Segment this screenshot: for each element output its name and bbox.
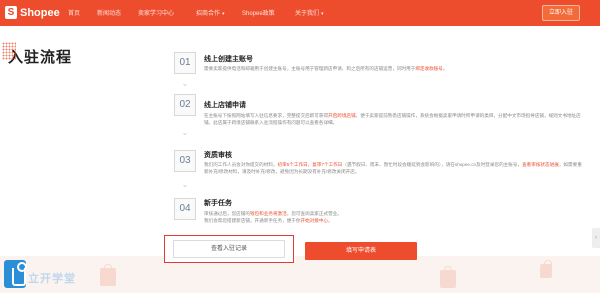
highlight-text[interactable]: 开始对接中心: [300, 218, 328, 223]
highlight-text: 初审5个工作日，复审7个工作日: [277, 162, 343, 167]
step-number: 04: [174, 198, 196, 220]
step-title: 新手任务: [204, 200, 232, 207]
description-text: 我们的工作人员会对你提交的材料，: [204, 162, 278, 167]
chevron-down-icon: ▾: [222, 11, 225, 17]
view-records-highlight: 查看入驻记录: [164, 235, 294, 263]
nav-item-partnership[interactable]: 招商合作 ▾: [196, 8, 225, 17]
step-description: 需要卖家提供电话和邮箱用于创建主账号，主账号用于管理新店申请、和之后所有的店铺运…: [204, 65, 584, 72]
signup-button[interactable]: 立即入驻: [542, 5, 580, 21]
description-text: 需要卖家提供电话和邮箱用于创建主账号，主账号用于管理新店申请、和之后所有的店铺运…: [204, 66, 416, 71]
step-description: 我们的工作人员会对你提交的材料，初审5个工作日，复审7个工作日（遇节假日、周末、…: [204, 161, 584, 175]
nav-item-news[interactable]: 新闻动态: [97, 8, 121, 17]
chevron-down-icon: ▾: [321, 11, 324, 17]
fill-application-button[interactable]: 填写申请表: [305, 242, 417, 260]
description-text: 。: [442, 66, 448, 71]
description-text: 在主账号下按照网站填写入驻信息要求，完整提交后即可获得: [204, 113, 329, 118]
logo-text: Shopee: [20, 6, 60, 19]
shopping-bag-decoration-icon: [540, 260, 552, 278]
description-text: 。: [328, 218, 333, 224]
highlight-text: 开启跨境店铺: [328, 113, 356, 118]
chevron-down-icon: ⌄: [181, 180, 189, 189]
watermark-logo: 立开学堂: [0, 256, 92, 293]
description-text: （遇节假日、周末、暂忙时段会顺延到会影响的），请在shopee.cn及时登录您的…: [342, 162, 523, 167]
step-number: 02: [174, 94, 196, 116]
dot-pattern-decoration: [2, 42, 16, 60]
nav-item-policy[interactable]: Shopee政策: [242, 8, 275, 17]
top-nav-bar: Shopee 首页 新闻动态 卖家学习中心 招商合作▾ Shopee政策 关于我…: [0, 0, 600, 26]
highlight-text: 钱包和业务将激活: [249, 211, 287, 216]
nav-item-home[interactable]: 首页: [68, 8, 80, 17]
shopee-logo[interactable]: Shopee: [5, 6, 60, 19]
process-heading: 入驻流程: [2, 42, 73, 67]
description-text: 我们会帮您搭建新店铺，开通新手任务，便于你: [204, 218, 301, 224]
nav-item-partnership-label: 招商合作: [196, 11, 221, 17]
shopping-bag-decoration-icon: [100, 264, 116, 286]
shopee-bag-icon: [5, 6, 17, 19]
description-text: ，您可查阅卖家正式营业。: [286, 211, 342, 216]
nav-item-about-label: 关于我们: [295, 11, 320, 17]
nav-item-learning-center[interactable]: 卖家学习中心: [138, 8, 174, 17]
bottom-action-bar: 立开学堂: [0, 256, 600, 293]
page-title: 入驻流程: [8, 49, 73, 66]
step-title: 资质审核: [204, 152, 232, 159]
step-description: 在主账号下按照网站填写入驻信息要求，完整提交后即可获得开启跨境店铺，便于卖家提前…: [204, 112, 584, 126]
step-title: 线上创建主账号: [204, 56, 253, 63]
watermark-text: 立开学堂: [28, 273, 76, 285]
watermark-badge-icon: [4, 260, 27, 288]
highlight-text[interactable]: 绑定收款账号: [415, 66, 443, 71]
step-number: 01: [174, 52, 196, 74]
step-title: 线上店铺申请: [204, 102, 246, 109]
view-records-button[interactable]: 查看入驻记录: [173, 240, 285, 258]
step-number: 03: [174, 150, 196, 172]
step-description: 审核通过后，您店铺的钱包和业务将激活，您可查阅卖家正式营业。 我们会帮您搭建新店…: [204, 210, 584, 224]
nav-item-about[interactable]: 关于我们 ▾: [295, 8, 324, 17]
shopping-bag-decoration-icon: [440, 266, 456, 288]
highlight-text[interactable]: 查看审核状态进展: [522, 162, 559, 167]
chevron-down-icon: ⌄: [181, 79, 189, 88]
chevron-down-icon: ⌄: [181, 128, 189, 137]
description-text: 审核通过后，您店铺的: [204, 211, 250, 216]
side-float-tab[interactable]: ‹: [592, 228, 600, 248]
